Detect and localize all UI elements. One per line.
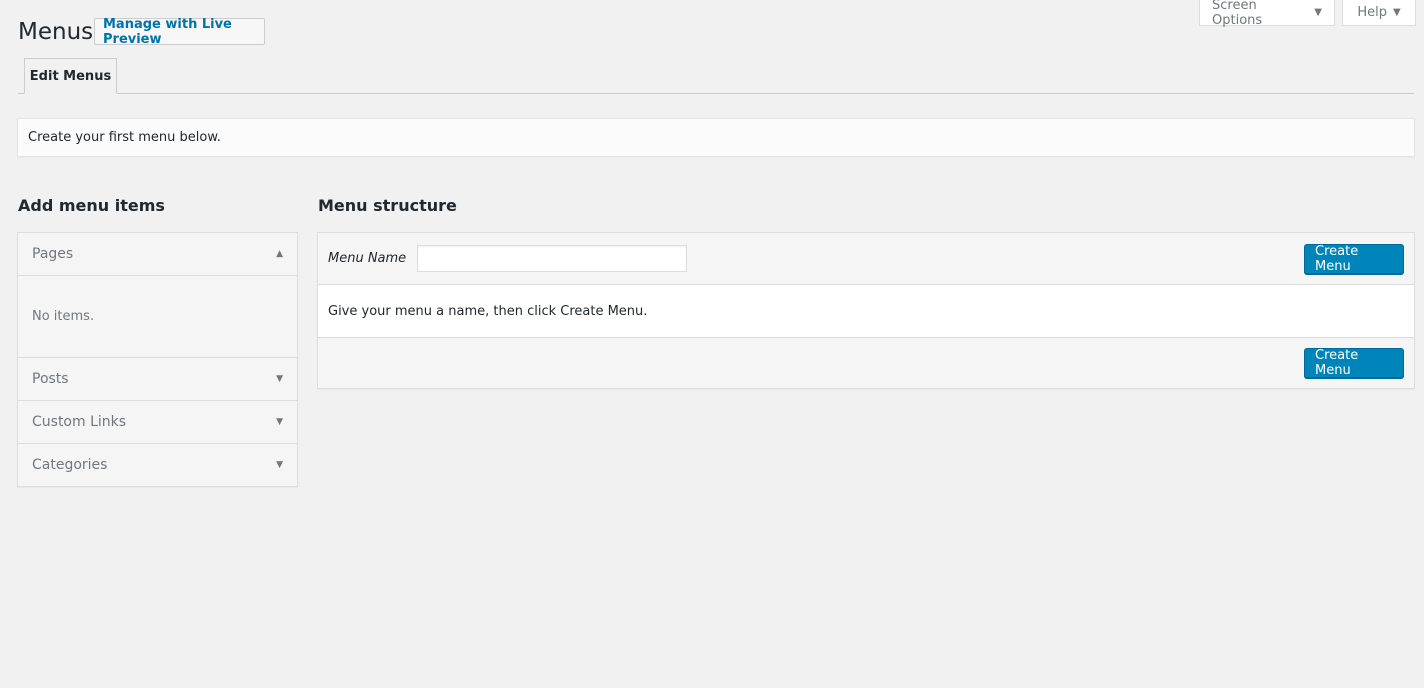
caret-down-icon: ▼ [276,417,283,427]
notice-box: Create your first menu below. [17,118,1415,157]
accordion-section-custom-links: Custom Links ▼ [18,400,297,443]
accordion-header-pages[interactable]: Pages ▲ [18,233,297,275]
page-title: Menus [18,19,94,45]
menu-name-label: Menu Name [328,251,407,266]
notice-text: Create your first menu below. [28,130,221,145]
caret-up-icon: ▲ [276,249,283,259]
accordion-section-pages: Pages ▲ No items. [18,233,297,357]
menu-structure-box: Menu Name Create Menu Give your menu a n… [317,232,1415,389]
accordion-header-custom-links[interactable]: Custom Links ▼ [18,401,297,443]
menu-instructions: Give your menu a name, then click Create… [328,303,648,319]
caret-down-icon: ▼ [276,460,283,470]
add-menu-items-accordion: Pages ▲ No items. Posts ▼ Custom Links ▼… [17,232,298,487]
menu-name-field-wrap: Menu Name [328,245,688,272]
caret-down-icon: ▼ [1392,7,1401,18]
accordion-label: Posts [32,371,69,387]
caret-down-icon: ▼ [1314,7,1322,18]
accordion-label: Custom Links [32,414,127,430]
accordion-label: Categories [32,457,108,473]
menu-box-body: Give your menu a name, then click Create… [318,284,1414,338]
caret-down-icon: ▼ [276,374,283,384]
manage-live-preview-button[interactable]: Manage with Live Preview [94,17,265,47]
accordion-header-posts[interactable]: Posts ▼ [18,358,297,400]
accordion-section-categories: Categories ▼ [18,443,297,486]
menu-structure-heading: Menu structure [318,196,457,215]
tab-divider [18,93,1414,94]
create-menu-button-top[interactable]: Create Menu [1304,243,1404,274]
tab-edit-menus[interactable]: Edit Menus [24,58,117,94]
screen-meta-links: Screen Options ▼ Help ▼ [1199,0,1416,28]
menu-box-header: Menu Name Create Menu [318,233,1414,284]
help-label: Help [1357,5,1387,20]
accordion-body-pages: No items. [18,275,297,357]
accordion-header-categories[interactable]: Categories ▼ [18,444,297,486]
accordion-label: Pages [32,246,74,262]
add-menu-items-heading: Add menu items [18,196,165,215]
create-menu-button-bottom[interactable]: Create Menu [1304,348,1404,378]
help-button[interactable]: Help ▼ [1342,0,1416,26]
screen-options-button[interactable]: Screen Options ▼ [1199,0,1335,28]
accordion-section-posts: Posts ▼ [18,357,297,400]
menu-name-input[interactable] [417,245,688,272]
screen-options-label: Screen Options [1212,0,1263,28]
no-items-text: No items. [32,309,95,324]
menu-box-footer: Create Menu [318,338,1414,388]
